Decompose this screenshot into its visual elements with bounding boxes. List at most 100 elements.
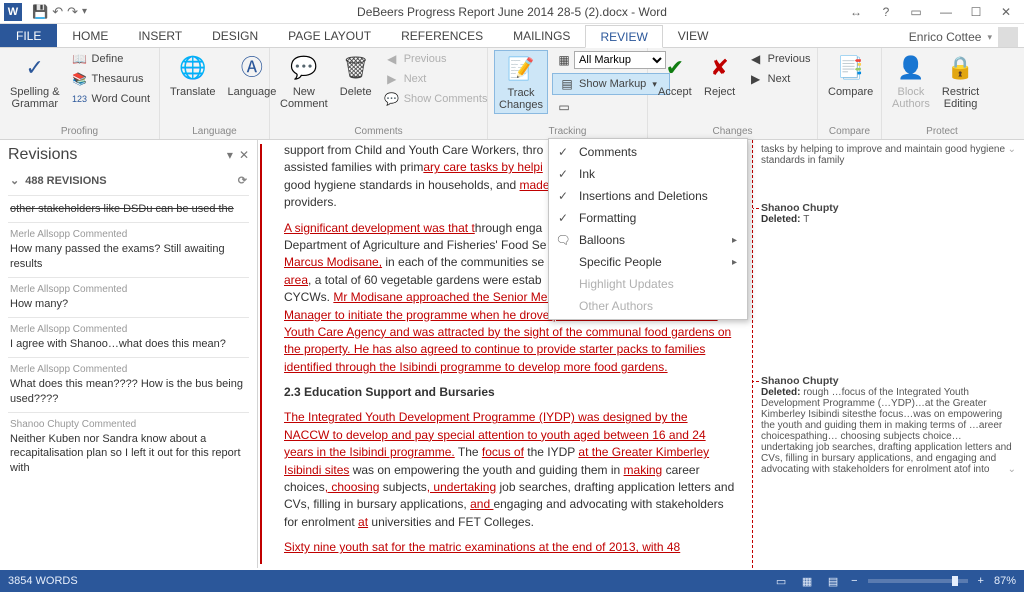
revision-item[interactable]: Merle Allsopp CommentedWhat does this me… (8, 357, 249, 412)
delete-comment-icon: 🗑 (340, 52, 372, 84)
show-comments-button[interactable]: 💬Show Comments (380, 90, 492, 108)
qat-customize-icon[interactable]: ▾ (82, 6, 87, 17)
read-mode-icon[interactable]: ▭ (773, 573, 789, 589)
markup-balloon[interactable]: tasks by helping to improve and maintain… (761, 144, 1016, 166)
revision-item[interactable]: Merle Allsopp CommentedI agree with Shan… (8, 317, 249, 357)
tab-design[interactable]: DESIGN (197, 24, 273, 47)
section-heading: 2.3 Education Support and Bursaries (284, 384, 736, 401)
compare-icon: 📑 (835, 52, 867, 84)
change-bar (260, 144, 264, 564)
revision-item[interactable]: other stakeholders like DSDu can be used… (8, 195, 249, 222)
word-count-status[interactable]: 3854 WORDS (8, 575, 78, 587)
compare-button[interactable]: 📑Compare (824, 50, 877, 100)
tab-page-layout[interactable]: PAGE LAYOUT (273, 24, 386, 47)
revision-item[interactable]: Shanoo Chupty CommentedNeither Kuben nor… (8, 412, 249, 481)
previous-comment-button[interactable]: ◀Previous (380, 50, 492, 68)
revisions-title: Revisions (8, 146, 77, 164)
tab-references[interactable]: REFERENCES (386, 24, 498, 47)
reject-button[interactable]: ✘Reject (700, 50, 740, 100)
dd-balloons[interactable]: 🗨Balloons▸ (549, 229, 747, 251)
zoom-in-button[interactable]: + (978, 575, 984, 587)
group-tracking: Tracking (494, 124, 641, 139)
tab-view[interactable]: VIEW (663, 24, 724, 47)
tab-review[interactable]: REVIEW (585, 25, 662, 48)
accept-icon: ✔ (659, 52, 691, 84)
next-change-icon: ▶ (748, 71, 764, 87)
markup-balloon[interactable]: Shanoo ChuptyDeleted: T (761, 202, 1016, 225)
showmarkup-icon: ▤ (559, 76, 575, 92)
check-icon: ✓ (555, 167, 571, 181)
refresh-icon[interactable]: ⟳ (238, 174, 247, 187)
qat-undo-icon[interactable]: ↶ (52, 4, 63, 20)
qat-save-icon[interactable]: 💾 (32, 4, 48, 20)
user-name[interactable]: Enrico Cottee (909, 30, 982, 44)
prev-icon: ◀ (384, 51, 400, 67)
dd-ink[interactable]: ✓Ink (549, 163, 747, 185)
tab-mailings[interactable]: MAILINGS (498, 24, 585, 47)
zoom-slider[interactable] (868, 579, 968, 583)
block-authors-button[interactable]: 👤Block Authors (888, 50, 934, 112)
dd-comments[interactable]: ✓Comments (549, 141, 747, 163)
group-changes: Changes (654, 124, 811, 139)
chevron-down-icon[interactable]: ⌄ (10, 174, 19, 187)
prev-change-icon: ◀ (748, 51, 764, 67)
minimize-button[interactable]: — (932, 2, 960, 22)
print-layout-icon[interactable]: ▦ (799, 573, 815, 589)
next-comment-button[interactable]: ▶Next (380, 70, 492, 88)
word-count-button[interactable]: 123Word Count (68, 90, 155, 108)
dd-specific-people[interactable]: Specific People▸ (549, 251, 747, 273)
translate-button[interactable]: 🌐Translate (166, 50, 219, 100)
restrict-editing-button[interactable]: 🔒Restrict Editing (938, 50, 983, 112)
tab-home[interactable]: HOME (57, 24, 123, 47)
group-compare: Compare (824, 124, 875, 139)
chevron-down-icon[interactable]: ⌄ (1008, 144, 1016, 155)
markup-balloon[interactable]: Shanoo ChuptyDeleted: rough …focus of th… (761, 375, 1016, 475)
ribbon-display-icon[interactable]: ↔ (842, 2, 870, 22)
spelling-grammar-button[interactable]: ✓ Spelling & Grammar (6, 50, 64, 112)
chevron-down-icon[interactable]: ⌄ (1008, 464, 1016, 475)
chevron-right-icon: ▸ (732, 257, 737, 268)
define-button[interactable]: 📖Define (68, 50, 155, 68)
tab-insert[interactable]: INSERT (123, 24, 197, 47)
markup-icon: ▦ (556, 52, 572, 68)
dd-insertions-deletions[interactable]: ✓Insertions and Deletions (549, 185, 747, 207)
dd-formatting[interactable]: ✓Formatting (549, 207, 747, 229)
user-menu-icon[interactable]: ▾ (987, 32, 992, 43)
group-protect: Protect (888, 124, 996, 139)
check-icon: ✓ (555, 211, 571, 225)
chevron-right-icon: ▸ (732, 235, 737, 246)
maximize-button[interactable]: ☐ (962, 2, 990, 22)
delete-comment-button[interactable]: 🗑Delete (336, 50, 376, 100)
web-layout-icon[interactable]: ▤ (825, 573, 841, 589)
book-icon: 📖 (72, 51, 88, 67)
zoom-out-button[interactable]: − (851, 575, 857, 587)
check-icon: ✓ (555, 189, 571, 203)
next-icon: ▶ (384, 71, 400, 87)
ribbon-collapse-icon[interactable]: ▭ (902, 2, 930, 22)
revisions-options-icon[interactable]: ▾ (227, 148, 233, 162)
balloons-icon: 🗨 (555, 233, 571, 247)
help-icon[interactable]: ? (872, 2, 900, 22)
revisions-close-icon[interactable]: ✕ (239, 148, 249, 162)
zoom-level[interactable]: 87% (994, 575, 1016, 587)
track-changes-button[interactable]: 📝Track Changes (494, 50, 548, 114)
reject-icon: ✘ (704, 52, 736, 84)
group-proofing: Proofing (6, 124, 153, 139)
next-change-button[interactable]: ▶Next (744, 70, 815, 88)
status-bar: 3854 WORDS ▭ ▦ ▤ − + 87% (0, 570, 1024, 592)
qat-redo-icon[interactable]: ↷ (67, 4, 78, 20)
group-language: Language (166, 124, 263, 139)
showcomments-icon: 💬 (384, 91, 400, 107)
thesaurus-button[interactable]: 📚Thesaurus (68, 70, 155, 88)
group-comments: Comments (276, 124, 481, 139)
revision-item[interactable]: Merle Allsopp CommentedHow many passed t… (8, 222, 249, 277)
avatar[interactable] (998, 27, 1018, 47)
close-button[interactable]: ✕ (992, 2, 1020, 22)
word-app-icon: W (4, 3, 22, 21)
accept-button[interactable]: ✔Accept (654, 50, 696, 100)
previous-change-button[interactable]: ◀Previous (744, 50, 815, 68)
revision-item[interactable]: Merle Allsopp CommentedHow many? (8, 277, 249, 317)
check-icon: ✓ (555, 145, 571, 159)
tab-file[interactable]: FILE (0, 24, 57, 47)
new-comment-button[interactable]: 💬New Comment (276, 50, 332, 112)
